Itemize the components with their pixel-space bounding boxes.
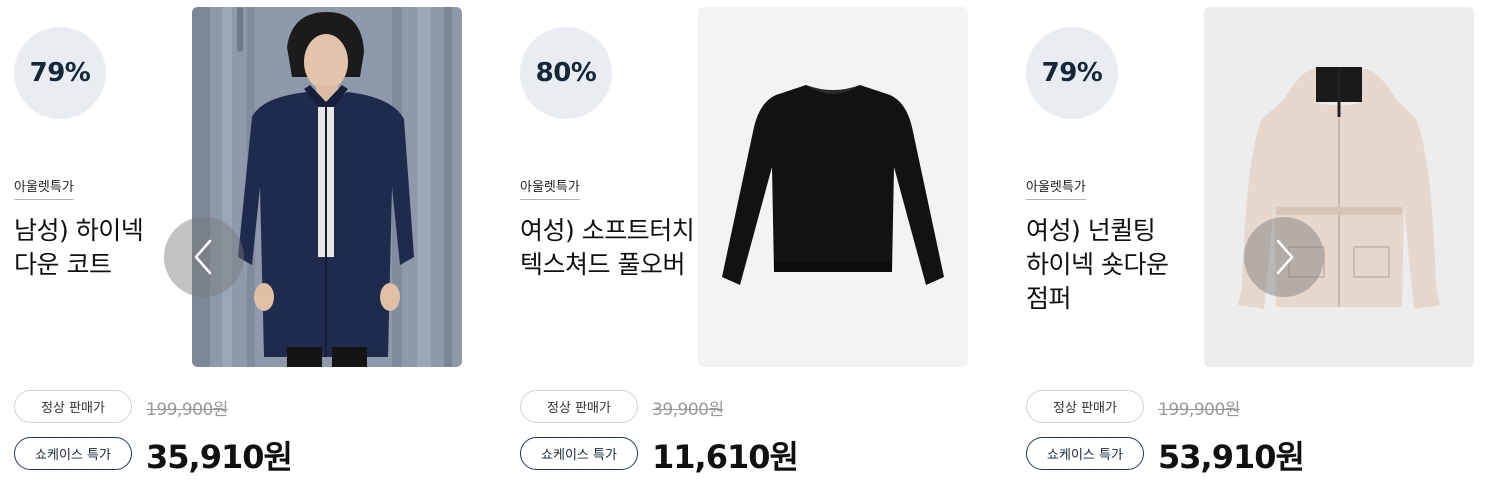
product-image[interactable] [192, 7, 462, 367]
product-image[interactable] [1204, 7, 1474, 367]
carousel-prev-button[interactable] [164, 217, 244, 297]
product-tag: 아울렛특가 [14, 176, 74, 200]
product-title[interactable]: 여성) 소프트터치 텍스쳐드 풀오버 [520, 214, 720, 282]
special-price-label: 쇼케이스 특가 [14, 437, 132, 470]
product-carousel: 79% 아울렛특가 남성) 하이넥 다운 코트 정상 판매가 199,900원 … [0, 0, 1489, 487]
discount-badge: 79% [1026, 27, 1118, 119]
original-price: 39,900원 [652, 400, 724, 420]
regular-price-label: 정상 판매가 [520, 390, 638, 423]
original-price: 199,900원 [1158, 400, 1240, 420]
discount-badge: 80% [520, 27, 612, 119]
special-price-label: 쇼케이스 특가 [520, 437, 638, 470]
product-image[interactable] [698, 7, 968, 367]
special-price: 35,910원 [146, 438, 293, 476]
product-tag: 아울렛특가 [1026, 176, 1086, 200]
special-price: 11,610원 [652, 438, 799, 476]
special-price: 53,910원 [1158, 438, 1305, 476]
regular-price-label: 정상 판매가 [1026, 390, 1144, 423]
product-title[interactable]: 여성) 넌퀼팅 하이넥 숏다운 점퍼 [1026, 214, 1226, 316]
chevron-right-icon [1276, 239, 1294, 275]
chevron-left-icon [194, 239, 212, 275]
discount-badge: 79% [14, 27, 106, 119]
product-card[interactable]: 80% 아울렛특가 여성) 소프트터치 텍스쳐드 풀오버 정상 판매가 39,9… [506, 0, 976, 487]
original-price: 199,900원 [146, 400, 228, 420]
regular-price-label: 정상 판매가 [14, 390, 132, 423]
special-price-label: 쇼케이스 특가 [1026, 437, 1144, 470]
carousel-next-button[interactable] [1244, 217, 1324, 297]
product-tag: 아울렛특가 [520, 176, 580, 200]
